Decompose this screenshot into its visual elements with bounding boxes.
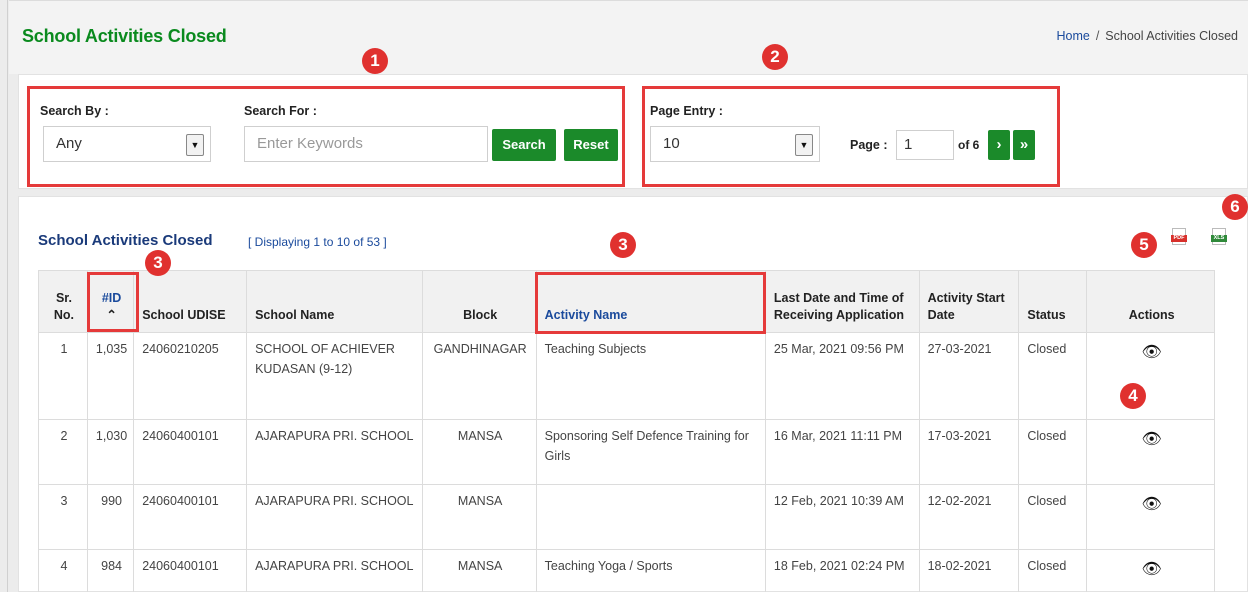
table-record-count: [ Displaying 1 to 10 of 53 ] [248, 235, 387, 249]
cell-last-date: 25 Mar, 2021 09:56 PM [764, 332, 920, 420]
cell-udise: 24060400101 [133, 419, 248, 485]
table-row: 4 984 24060400101 AJARAPURA PRI. SCHOOL … [38, 549, 1215, 592]
window-edge [0, 0, 8, 592]
annotation-box-activity-column [535, 272, 766, 334]
annotation-box-search [27, 86, 625, 187]
cell-actions: 👁 [1086, 332, 1215, 420]
cell-activity: Teaching Yoga / Sports [535, 549, 766, 592]
cell-start-date: 18-02-2021 [918, 549, 1020, 592]
col-status: Status [1018, 270, 1088, 333]
cell-status: Closed [1018, 332, 1088, 420]
cell-actions: 👁 [1086, 484, 1215, 550]
cell-school: AJARAPURA PRI. SCHOOL [246, 419, 423, 485]
annotation-badge-6: 6 [1222, 194, 1248, 220]
cell-block: MANSA [421, 484, 537, 550]
cell-last-date: 12 Feb, 2021 10:39 AM [764, 484, 920, 550]
cell-status: Closed [1018, 419, 1088, 485]
cell-udise: 24060400101 [133, 484, 248, 550]
annotation-badge-3b: 3 [610, 232, 636, 258]
cell-block: MANSA [421, 549, 537, 592]
col-last-date: Last Date and Time of Receiving Applicat… [764, 270, 920, 333]
breadcrumb-current: School Activities Closed [1105, 29, 1238, 43]
cell-sr: 1 [38, 332, 88, 420]
cell-school: AJARAPURA PRI. SCHOOL [246, 484, 423, 550]
cell-id: 1,030 [86, 419, 135, 485]
cell-last-date: 16 Mar, 2021 11:11 PM [764, 419, 920, 485]
cell-actions: 👁 [1086, 419, 1215, 485]
cell-sr: 3 [38, 484, 88, 550]
col-actions: Actions [1086, 270, 1215, 333]
annotation-badge-4: 4 [1120, 383, 1146, 409]
annotation-box-pagination [642, 86, 1060, 187]
annotation-badge-3a: 3 [145, 250, 171, 276]
col-school-name: School Name [246, 270, 423, 333]
cell-udise: 24060210205 [133, 332, 248, 420]
eye-icon[interactable]: 👁 [1141, 560, 1161, 580]
cell-start-date: 17-03-2021 [918, 419, 1020, 485]
cell-actions: 👁 [1086, 549, 1215, 592]
breadcrumb-home-link[interactable]: Home [1056, 29, 1089, 43]
cell-sr: 2 [38, 419, 88, 485]
cell-status: Closed [1018, 484, 1088, 550]
cell-start-date: 27-03-2021 [918, 332, 1020, 420]
annotation-badge-1: 1 [362, 48, 388, 74]
col-start-date: Activity Start Date [918, 270, 1020, 333]
cell-activity: Sponsoring Self Defence Training for Gir… [535, 419, 766, 485]
col-block: Block [421, 270, 537, 333]
cell-status: Closed [1018, 549, 1088, 592]
cell-block: GANDHINAGAR [421, 332, 537, 420]
eye-icon[interactable]: 👁 [1141, 495, 1161, 515]
cell-udise: 24060400101 [133, 549, 248, 592]
xls-export-icon[interactable]: XLS [1211, 228, 1227, 245]
cell-id: 984 [86, 549, 135, 592]
table-row: 3 990 24060400101 AJARAPURA PRI. SCHOOL … [38, 484, 1215, 550]
breadcrumb: Home / School Activities Closed [1056, 29, 1238, 43]
page-title: School Activities Closed [22, 26, 227, 46]
annotation-badge-2: 2 [762, 44, 788, 70]
pdf-export-icon[interactable]: PDF [1171, 228, 1187, 245]
eye-icon[interactable]: 👁 [1141, 343, 1161, 363]
annotation-badge-5: 5 [1131, 232, 1157, 258]
cell-activity [535, 484, 766, 550]
cell-activity: Teaching Subjects [535, 332, 766, 420]
cell-block: MANSA [421, 419, 537, 485]
table-title: School Activities Closed [38, 232, 213, 249]
cell-id: 1,035 [86, 332, 135, 420]
table-row: 1 1,035 24060210205 SCHOOL OF ACHIEVER K… [38, 332, 1215, 420]
cell-start-date: 12-02-2021 [918, 484, 1020, 550]
cell-sr: 4 [38, 549, 88, 592]
cell-last-date: 18 Feb, 2021 02:24 PM [764, 549, 920, 592]
table-row: 2 1,030 24060400101 AJARAPURA PRI. SCHOO… [38, 419, 1215, 485]
breadcrumb-separator: / [1095, 29, 1100, 43]
col-sr-no: Sr. No. [38, 270, 88, 333]
cell-id: 990 [86, 484, 135, 550]
annotation-box-id-column [87, 272, 139, 332]
eye-icon[interactable]: 👁 [1141, 430, 1161, 450]
col-school-udise: School UDISE [133, 270, 248, 333]
cell-school: SCHOOL OF ACHIEVER KUDASAN (9-12) [246, 332, 423, 420]
cell-school: AJARAPURA PRI. SCHOOL [246, 549, 423, 592]
